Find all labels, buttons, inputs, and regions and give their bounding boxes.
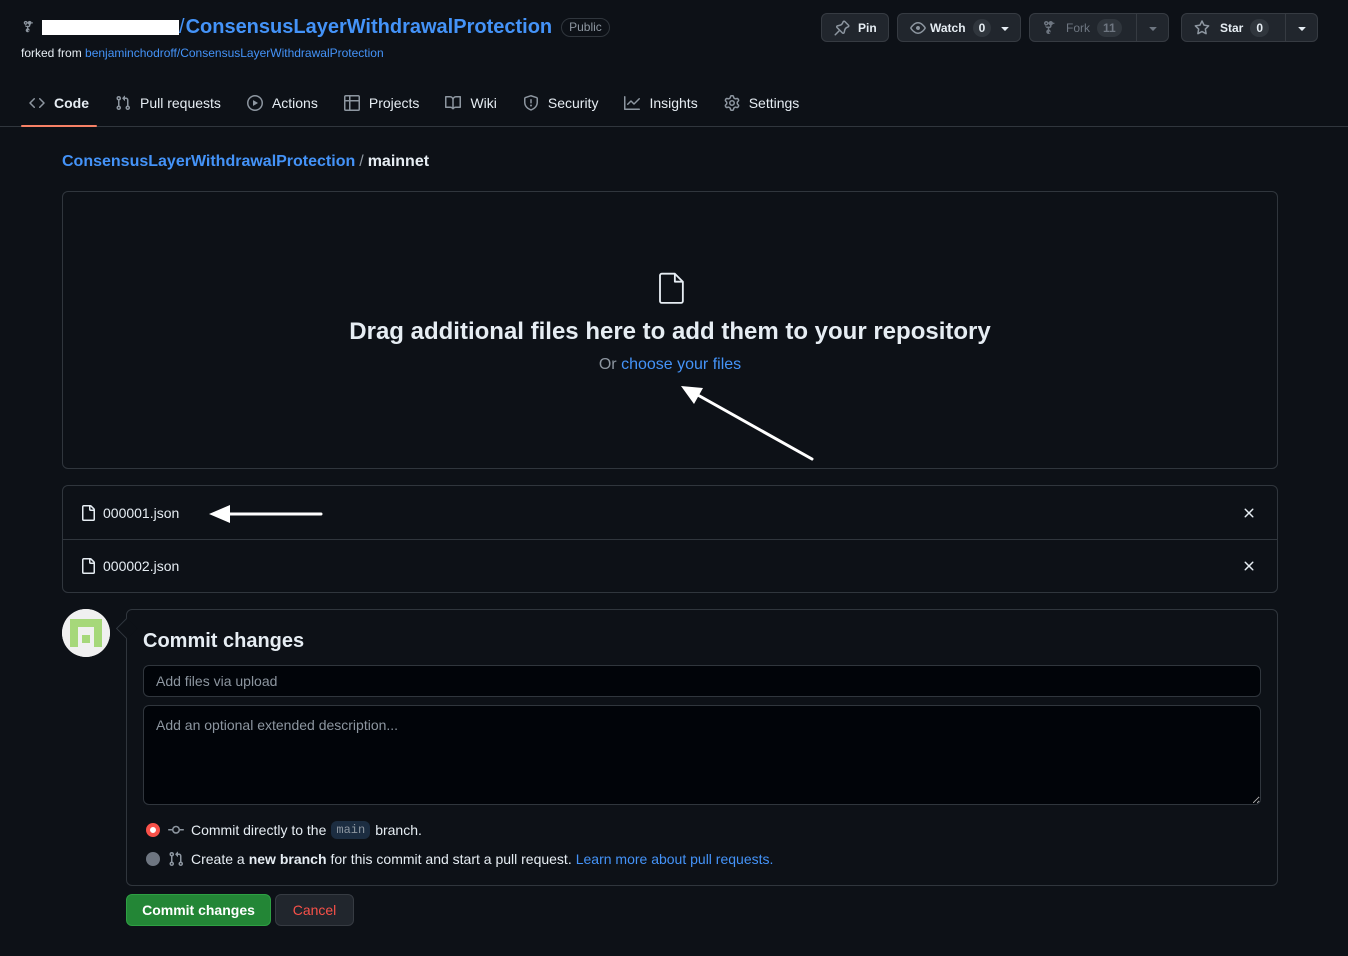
list-item: 000001.json — [63, 486, 1277, 539]
breadcrumb-separator: / — [359, 153, 364, 170]
visibility-badge: Public — [561, 17, 610, 37]
gear-icon — [724, 95, 740, 111]
commit-form: Commit changes Commit directly to the ma… — [126, 609, 1278, 886]
commit-title: Commit changes — [143, 630, 305, 652]
breadcrumb-repo-link[interactable]: ConsensusLayerWithdrawalProtection — [62, 153, 355, 171]
star-button[interactable]: Star 0 — [1181, 13, 1318, 42]
new-branch-prefix: Create a — [191, 851, 245, 867]
tab-label: Settings — [748, 95, 800, 111]
uploaded-file-list: 000001.json 000002.json — [62, 485, 1278, 593]
cancel-button[interactable]: Cancel — [275, 894, 354, 926]
watch-button[interactable]: Watch 0 — [897, 13, 1021, 42]
tab-label: Security — [547, 95, 599, 111]
tab-label: Wiki — [470, 95, 497, 111]
breadcrumb-current: mainnet — [367, 153, 430, 170]
tab-label: Insights — [649, 95, 698, 111]
chevron-down-icon[interactable] — [1294, 20, 1310, 36]
repo-header: / ConsensusLayerWithdrawalProtection Pub… — [0, 0, 1348, 127]
forked-from-label: forked from — [21, 46, 82, 60]
pin-button[interactable]: Pin — [821, 13, 889, 42]
file-icon — [658, 272, 686, 304]
repo-name-link[interactable]: ConsensusLayerWithdrawalProtection — [186, 16, 553, 39]
tab-security[interactable]: Security — [515, 84, 607, 122]
tab-actions[interactable]: Actions — [239, 84, 326, 122]
file-dropzone[interactable]: Drag additional files here to add them t… — [62, 191, 1278, 469]
eye-icon — [910, 20, 926, 36]
book-icon — [445, 95, 462, 111]
repo-forked-icon — [22, 20, 36, 34]
tab-settings[interactable]: Settings — [716, 84, 808, 122]
repo-title: / ConsensusLayerWithdrawalProtection Pub… — [22, 14, 610, 40]
star-split-divider — [1285, 14, 1286, 41]
tab-label: Actions — [271, 95, 318, 111]
fork-counter: 11 — [1097, 18, 1122, 37]
avatar — [62, 609, 110, 657]
commit-changes-button[interactable]: Commit changes — [126, 894, 271, 926]
breadcrumb: ConsensusLayerWithdrawalProtection / mai… — [62, 153, 429, 171]
repo-slash: / — [179, 15, 185, 38]
file-icon — [80, 558, 96, 574]
commit-direct-prefix: Commit directly to the — [191, 822, 327, 838]
tab-label: Projects — [368, 95, 420, 111]
fork-label: Fork — [1066, 20, 1090, 35]
dropzone-subtitle: Or choose your files — [63, 356, 1277, 374]
pin-icon — [834, 19, 850, 36]
close-icon[interactable] — [1241, 505, 1257, 521]
commit-direct-radio[interactable] — [146, 823, 160, 837]
git-pull-request-icon — [168, 851, 184, 867]
file-name: 000002.json — [103, 558, 180, 574]
commit-direct-suffix: branch. — [375, 822, 422, 838]
tab-label: Pull requests — [140, 95, 221, 111]
tab-projects[interactable]: Projects — [336, 84, 428, 122]
dropzone-or-label: Or — [598, 356, 617, 373]
learn-more-link[interactable]: Learn more about pull requests. — [576, 851, 774, 867]
fork-button[interactable]: Fork 11 — [1029, 13, 1169, 42]
commit-direct-option[interactable]: Commit directly to the main branch. — [146, 821, 422, 839]
table-icon — [343, 95, 360, 111]
commit-new-branch-option[interactable]: Create a new branch for this commit and … — [146, 850, 773, 868]
tab-pull-requests[interactable]: Pull requests — [107, 84, 229, 122]
code-icon — [29, 95, 45, 111]
repo-nav: Code Pull requests Actions Projects Wiki — [21, 84, 817, 127]
forked-from: forked from benjaminchodroff/ConsensusLa… — [21, 46, 384, 60]
fork-split-divider — [1136, 14, 1137, 41]
tab-insights[interactable]: Insights — [616, 84, 705, 122]
chevron-down-icon[interactable] — [1145, 20, 1161, 36]
graph-icon — [624, 95, 641, 111]
star-label: Star — [1220, 20, 1244, 35]
shield-icon — [523, 95, 539, 111]
close-icon[interactable] — [1241, 558, 1257, 574]
branch-name: main — [331, 821, 371, 839]
identicon-icon — [62, 609, 110, 657]
commit-description-textarea[interactable] — [143, 705, 1261, 805]
list-item: 000002.json — [63, 539, 1277, 592]
tab-wiki[interactable]: Wiki — [437, 84, 504, 122]
commit-summary-input[interactable] — [143, 665, 1261, 697]
git-pull-request-icon — [115, 95, 131, 111]
file-icon — [80, 504, 96, 521]
file-name: 000001.json — [103, 504, 180, 521]
choose-files-link[interactable]: choose your files — [621, 356, 741, 373]
watch-counter: 0 — [972, 18, 992, 37]
tab-code[interactable]: Code — [21, 84, 97, 127]
dropzone-title: Drag additional files here to add them t… — [349, 318, 991, 345]
commit-new-branch-radio[interactable] — [146, 852, 160, 866]
play-icon — [246, 95, 263, 111]
star-icon — [1194, 19, 1210, 36]
git-commit-icon — [168, 822, 184, 838]
new-branch-bold: new branch — [248, 851, 327, 867]
owner-redacted — [42, 19, 179, 35]
tab-label: Code — [54, 95, 89, 111]
pin-label: Pin — [858, 20, 877, 35]
new-branch-suffix: for this commit and start a pull request… — [330, 851, 572, 867]
repo-forked-icon — [1042, 20, 1058, 36]
chevron-down-icon — [997, 20, 1013, 36]
star-counter: 0 — [1250, 18, 1270, 37]
watch-label: Watch — [930, 20, 966, 35]
forked-from-link[interactable]: benjaminchodroff/ConsensusLayerWithdrawa… — [85, 46, 384, 60]
